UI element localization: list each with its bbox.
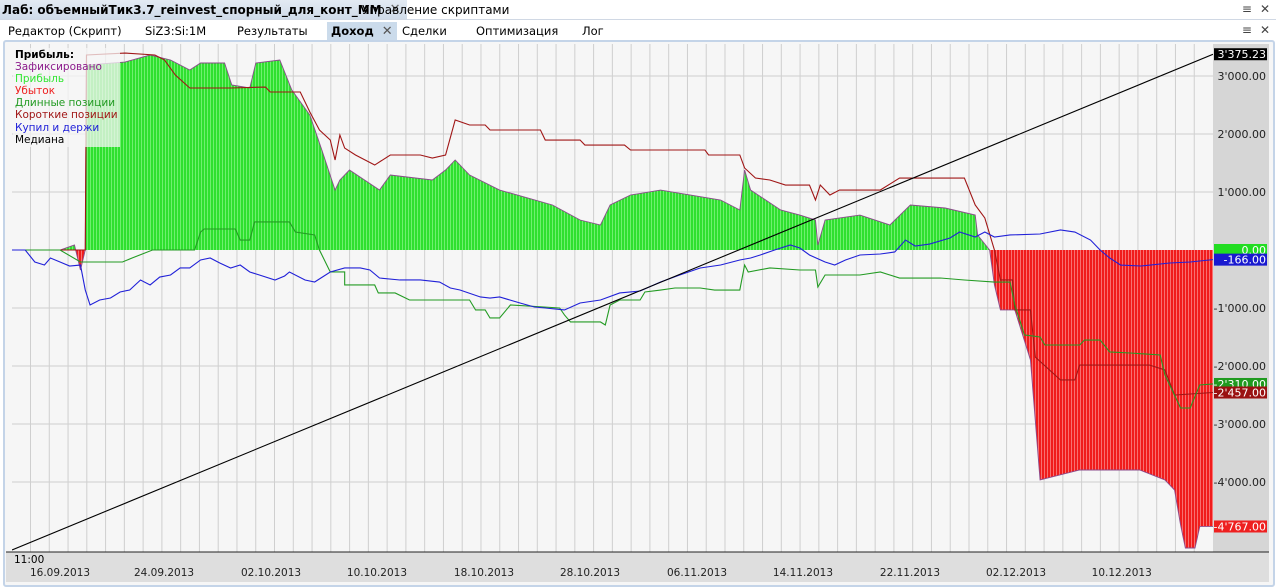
y-tick-label: 2'000.00 xyxy=(1217,128,1266,141)
y-tick-label: -2'000.00 xyxy=(1214,360,1266,373)
x-axis-panel xyxy=(6,552,1269,582)
y-tick-label: 3'000.00 xyxy=(1217,70,1266,83)
x-tick-label: 02.10.2013 xyxy=(241,567,301,579)
x-tick-label: 18.10.2013 xyxy=(454,567,514,579)
legend-item-median: Медиана xyxy=(15,133,65,146)
x-tick-label: 14.11.2013 xyxy=(773,567,833,579)
y-tick-label: 1'000.00 xyxy=(1217,186,1266,199)
value-label: 3'375.23 xyxy=(1217,48,1266,61)
y-tick-label: -3'000.00 xyxy=(1214,418,1266,431)
x-tick-label: 22.11.2013 xyxy=(880,567,940,579)
y-tick-label: -4'000.00 xyxy=(1214,476,1266,489)
income-chart[interactable]: 3'000.00 2'000.00 1'000.00 -1'000.00 -2'000.… xyxy=(0,0,1276,585)
legend-item-loss: Убыток xyxy=(15,85,56,98)
legend-item-long: Длинные позиции xyxy=(15,97,116,110)
x-tick-label: 10.12.2013 xyxy=(1092,567,1152,579)
y-tick-label: -1'000.00 xyxy=(1214,302,1266,315)
value-label: -166.00 xyxy=(1224,254,1266,267)
x-tick-label: 02.12.2013 xyxy=(986,567,1046,579)
legend-item-short: Короткие позиции xyxy=(15,109,118,122)
x-tick-label: 10.10.2013 xyxy=(347,567,407,579)
x-tick-label: 28.10.2013 xyxy=(560,567,620,579)
legend: Прибыль: Зафиксировано Прибыль Убыток Дл… xyxy=(13,48,120,147)
legend-item-buy-hold: Купил и держи xyxy=(15,121,100,134)
legend-item-fixed: Зафиксировано xyxy=(15,61,102,74)
x-tick-label: 16.09.2013 xyxy=(30,567,90,579)
x-tick-label: 24.09.2013 xyxy=(134,567,194,579)
legend-item-profit: Прибыль xyxy=(15,73,65,86)
time-label: 11:00 xyxy=(14,554,45,566)
legend-title: Прибыль: xyxy=(15,49,75,61)
value-label: -4'767.00 xyxy=(1214,520,1266,533)
value-label: -2'457.00 xyxy=(1214,387,1266,400)
x-tick-label: 06.11.2013 xyxy=(667,567,727,579)
